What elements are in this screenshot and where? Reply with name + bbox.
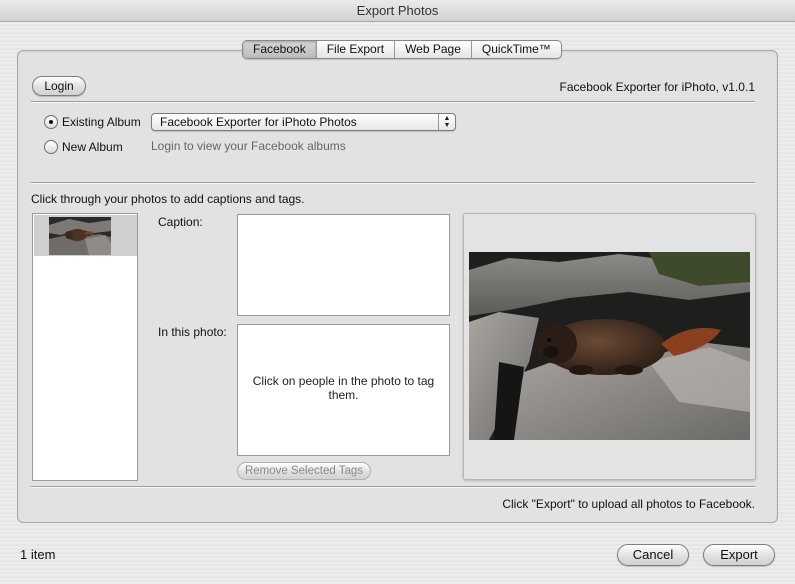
photo-preview[interactable] xyxy=(469,252,750,440)
marmot-preview-image xyxy=(469,252,750,440)
login-hint-label: Login to view your Facebook albums xyxy=(151,139,346,153)
export-hint: Click "Export" to upload all photos to F… xyxy=(502,497,755,511)
existing-album-label: Existing Album xyxy=(62,115,141,129)
window-title: Export Photos xyxy=(356,3,439,18)
export-type-tabs: Facebook File Export Web Page QuickTime™ xyxy=(242,40,562,59)
existing-album-radio[interactable] xyxy=(44,115,58,129)
marmot-thumbnail-image xyxy=(49,217,111,255)
album-divider xyxy=(31,182,755,184)
export-button[interactable]: Export xyxy=(703,544,775,566)
tab-quicktime[interactable]: QuickTime™ xyxy=(472,41,561,58)
footer-divider xyxy=(31,486,755,488)
tab-web-page[interactable]: Web Page xyxy=(395,41,472,58)
new-album-label: New Album xyxy=(62,140,123,154)
login-button[interactable]: Login xyxy=(32,76,86,96)
caption-label: Caption: xyxy=(158,215,203,229)
thumbnail-list[interactable] xyxy=(32,213,138,481)
select-arrows-icon: ▲ ▼ xyxy=(438,114,455,130)
album-select-value: Facebook Exporter for iPhoto Photos xyxy=(160,115,357,129)
caption-field[interactable] xyxy=(237,214,450,316)
photo-instructions: Click through your photos to add caption… xyxy=(31,192,305,206)
tags-hint: Click on people in the photo to tag them… xyxy=(252,374,435,402)
item-count: 1 item xyxy=(20,547,56,562)
tags-label: In this photo: xyxy=(158,325,227,339)
remove-selected-tags-button[interactable]: Remove Selected Tags xyxy=(237,462,371,480)
photo-thumbnail[interactable] xyxy=(49,217,111,255)
cancel-button[interactable]: Cancel xyxy=(617,544,689,566)
header-divider xyxy=(31,101,755,103)
tab-file-export[interactable]: File Export xyxy=(317,41,396,58)
new-album-radio[interactable] xyxy=(44,140,58,154)
album-select[interactable]: Facebook Exporter for iPhoto Photos ▲ ▼ xyxy=(151,113,456,131)
exporter-version-label: Facebook Exporter for iPhoto, v1.0.1 xyxy=(559,80,755,94)
window-titlebar: Export Photos xyxy=(0,0,795,22)
tab-facebook[interactable]: Facebook xyxy=(243,41,317,58)
